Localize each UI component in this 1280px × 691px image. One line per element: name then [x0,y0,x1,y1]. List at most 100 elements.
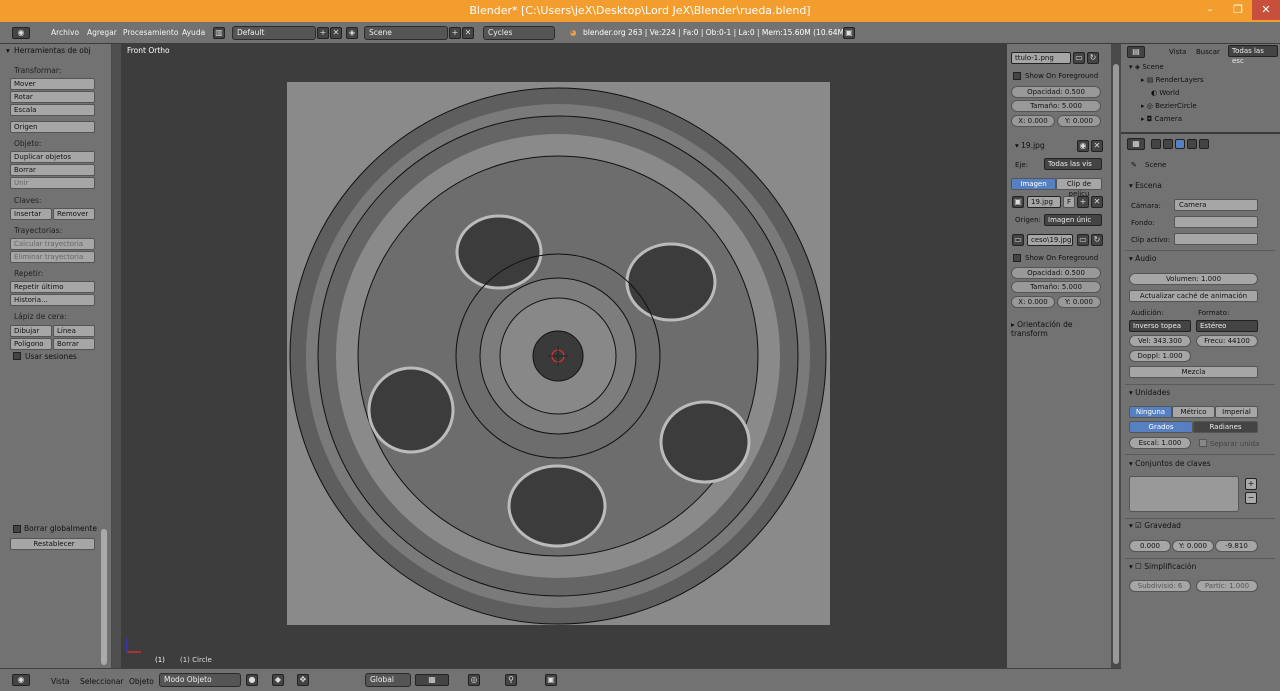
layers-grid-icon[interactable]: ▦ [415,674,449,686]
menu-archivo[interactable]: Archivo [51,28,79,37]
outliner-item-camera[interactable]: ▸ ◘ Camera [1141,115,1182,123]
outliner-menu-buscar[interactable]: Buscar [1196,48,1220,56]
restablecer-button[interactable]: Restablecer [10,538,95,550]
eliminar-trayectoria-button[interactable]: Eliminar trayectoria [10,251,95,263]
mode-select[interactable]: Modo Objeto [159,673,241,687]
audicion-select[interactable]: Inverso topea [1129,320,1191,332]
remove-image-icon[interactable]: ✕ [1091,140,1103,152]
orientacion-panel-header[interactable]: ▸ Orientación de transform [1011,320,1107,338]
metrico-button[interactable]: Métrico [1172,406,1215,418]
reload2-icon[interactable]: ↻ [1091,234,1103,246]
particulas-field[interactable]: Partíc: 1.000 [1196,580,1258,592]
conjuntos-panel-header[interactable]: ▾ Conjuntos de claves [1129,459,1211,468]
separar-checkbox[interactable] [1199,439,1207,447]
historia-button[interactable]: Historia... [10,294,95,306]
manipulator-icon[interactable]: ✥ [297,674,309,686]
add-screen-icon[interactable]: + [317,27,329,39]
add-keying-set-icon[interactable]: + [1245,478,1257,490]
simplificacion-panel-header[interactable]: ▾ ☐ Simplificación [1129,562,1196,571]
volumen-field[interactable]: Volumen: 1.000 [1129,273,1258,285]
shelf-scrollbar[interactable] [101,529,107,665]
shading-icon[interactable]: ● [246,674,258,686]
tool-panel-title[interactable]: Herramientas de obj [14,46,91,55]
maximize-button[interactable]: ❐ [1224,0,1252,20]
file-browse-icon[interactable]: ▭ [1012,234,1024,246]
object-tab-icon[interactable] [1187,139,1197,149]
outliner-item-renderlayers[interactable]: ▸ ▤ RenderLayers [1141,76,1204,84]
borrar-globalmente-checkbox[interactable] [13,525,21,533]
usar-sesiones-checkbox[interactable] [13,352,21,360]
imperial-button[interactable]: Imperial [1215,406,1258,418]
frecu-field[interactable]: Frecu: 44100 [1196,335,1258,347]
x1-field[interactable]: X: 0.000 [1011,115,1055,127]
screen-layout-icon[interactable]: ▥ [213,27,225,39]
constraint-tab-icon[interactable] [1199,139,1209,149]
folder2-icon[interactable]: ▭ [1077,234,1089,246]
pivot-icon[interactable]: ◆ [272,674,284,686]
scene-select[interactable]: Scene [364,26,448,40]
3d-viewport[interactable] [121,44,1007,668]
vel-field[interactable]: Vel: 343.300 [1129,335,1191,347]
fake-user-button[interactable]: F [1063,196,1075,208]
scroll-thumb[interactable] [1113,64,1119,664]
insertar-button[interactable]: Insertar [10,208,52,220]
gravity-y-field[interactable]: Y: 0.000 [1172,540,1214,552]
origen-select[interactable]: Imagen únic [1044,214,1102,226]
viewport-editor-icon[interactable]: ◉ [12,674,30,686]
escala-unidades-field[interactable]: Escal: 1.000 [1129,437,1191,449]
eje-select[interactable]: Todas las vis [1044,158,1102,170]
remover-button[interactable]: Remover [53,208,95,220]
opacidad1-field[interactable]: Opacidad: 0.500 [1011,86,1101,98]
menu-agregar[interactable]: Agregar [87,28,117,37]
imagen-tab[interactable]: Imagen [1011,178,1056,190]
fondo-field[interactable] [1174,216,1258,228]
menu-vista[interactable]: Vista [51,677,70,686]
render-engine-select[interactable]: Cycles [483,26,555,40]
clip-tab[interactable]: Clip de pelícu [1056,178,1102,198]
escala-button[interactable]: Escala [10,104,95,116]
show-foreground2-checkbox[interactable] [1013,254,1021,262]
bg-image1-file[interactable]: ttulo-1.png [1011,52,1071,64]
minimize-button[interactable]: – [1196,0,1224,20]
mover-button[interactable]: Mover [10,78,95,90]
menu-objeto[interactable]: Objeto [129,677,154,686]
outliner-menu-vista[interactable]: Vista [1169,48,1186,56]
orientation-select[interactable]: Global [365,673,411,687]
collapse-arrow-icon[interactable]: ▾ [6,46,10,55]
outliner-editor-icon[interactable]: ▤ [1127,46,1145,58]
mezcla-button[interactable]: Mezcla [1129,366,1258,378]
ninguna-button[interactable]: Ninguna [1129,406,1172,418]
tamano1-field[interactable]: Tamaño: 5.000 [1011,100,1101,112]
grados-button[interactable]: Grados [1129,421,1193,433]
actualizar-cache-button[interactable]: Actualizar caché de animación [1129,290,1258,302]
clip-activo-field[interactable] [1174,233,1258,245]
menu-procesamiento[interactable]: Procesamiento [123,28,178,37]
scene-tab-icon[interactable] [1163,139,1173,149]
snap-icon[interactable]: ⚲ [505,674,517,686]
gravity-z-field[interactable]: -9.810 [1215,540,1258,552]
poligono-button[interactable]: Polígono [10,338,52,350]
menu-ayuda[interactable]: Ayuda [182,28,205,37]
doppl-field[interactable]: Doppl: 1.000 [1129,350,1191,362]
audio-panel-header[interactable]: ▾ Audio [1129,254,1156,263]
eye-icon[interactable]: ◉ [1077,140,1089,152]
outliner-item-beziercircle[interactable]: ▸ ◎ BezierCircle [1141,102,1197,110]
borrar-button[interactable]: Borrar [10,164,95,176]
duplicar-button[interactable]: Duplicar objetos [10,151,95,163]
outliner-item-scene[interactable]: ▾ ◈ Scene [1129,63,1164,71]
add-scene-icon[interactable]: + [449,27,461,39]
remove-keying-set-icon[interactable]: − [1245,492,1257,504]
show-foreground1-checkbox[interactable] [1013,72,1021,80]
rotar-button[interactable]: Rotar [10,91,95,103]
camara-field[interactable]: Camera [1174,199,1258,211]
radianes-button[interactable]: Radianes [1193,421,1258,433]
y1-field[interactable]: Y: 0.000 [1057,115,1101,127]
unir-button[interactable]: Unir [10,177,95,189]
console-icon[interactable]: ▣ [843,27,855,39]
render-tab-icon[interactable] [1151,139,1161,149]
editor-type-icon[interactable]: ◉ [12,27,30,39]
opacidad2-field[interactable]: Opacidad: 0.500 [1011,267,1101,279]
bg-image2-file[interactable]: 19.jpg [1027,196,1061,208]
origen-button[interactable]: Origen [10,121,95,133]
y2-field[interactable]: Y: 0.000 [1057,296,1101,308]
